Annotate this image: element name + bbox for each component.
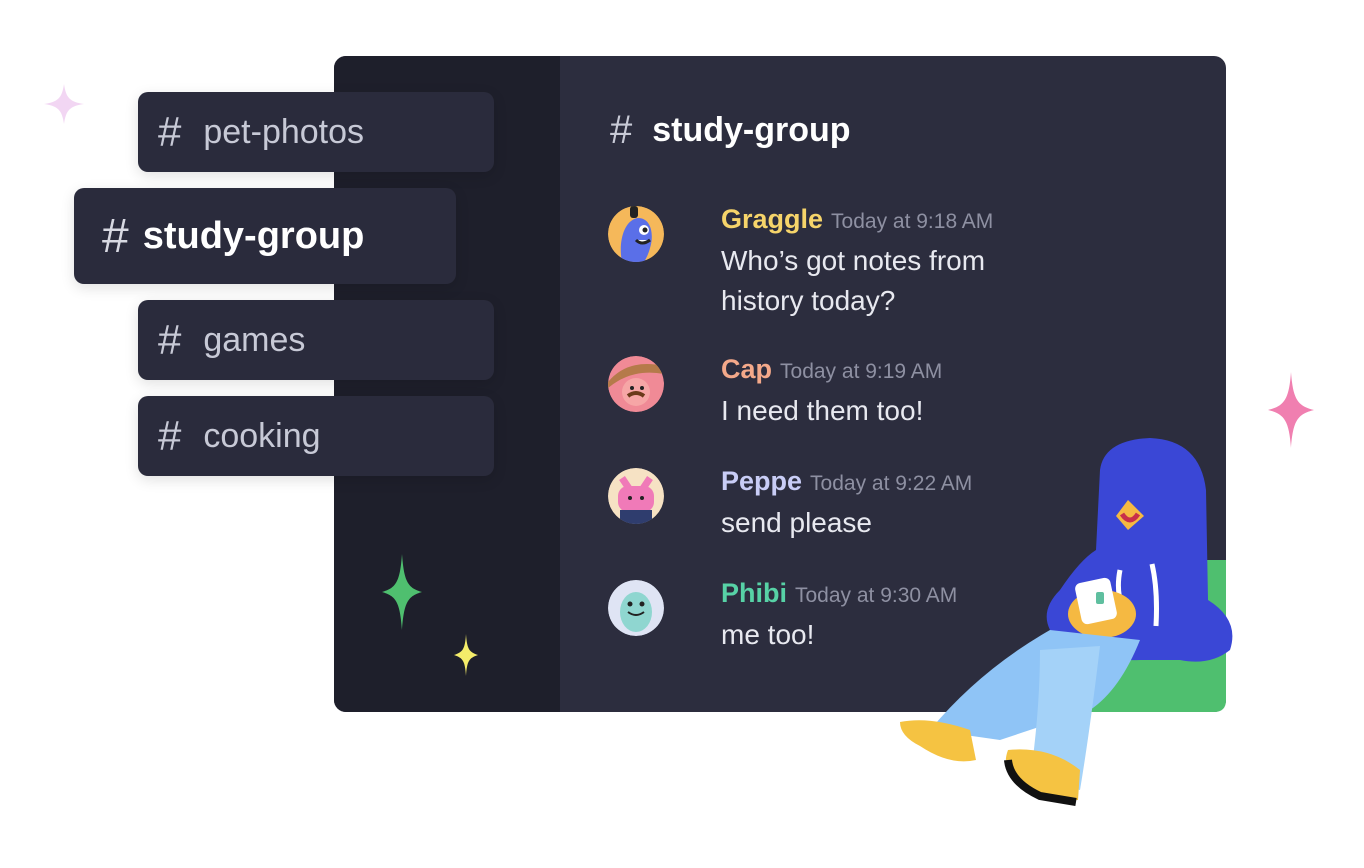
message-timestamp: Today at 9:19 AM xyxy=(780,360,943,383)
channel-item-pet-photos[interactable]: # pet-photos xyxy=(138,92,494,172)
channel-name: study-group xyxy=(142,214,365,257)
channel-item-study-group[interactable]: # study-group xyxy=(74,188,456,284)
channel-header: # study-group xyxy=(610,108,851,153)
hash-icon: # xyxy=(102,209,129,263)
sparkle-green-icon xyxy=(382,554,422,630)
hash-icon: # xyxy=(158,412,182,459)
hash-icon: # xyxy=(158,316,182,363)
sparkle-pink-small-icon xyxy=(44,84,84,124)
sparkle-pink-icon xyxy=(1268,372,1314,448)
message-text: Who’s got notes from history today? xyxy=(721,245,986,316)
channel-item-cooking[interactable]: # cooking xyxy=(138,396,494,476)
avatar-graggle[interactable] xyxy=(608,206,664,262)
channel-name: games xyxy=(203,320,306,359)
character-illustration xyxy=(900,438,1233,806)
avatar-phibi[interactable] xyxy=(608,580,664,636)
message-timestamp: Today at 9:18 AM xyxy=(831,210,994,233)
avatar-peppe[interactable] xyxy=(608,468,664,524)
message-text: I need them too! xyxy=(721,395,924,426)
message-author[interactable]: Phibi xyxy=(721,578,787,609)
message-author[interactable]: Cap xyxy=(721,354,772,385)
message-author[interactable]: Peppe xyxy=(721,466,802,497)
hash-icon: # xyxy=(158,108,182,155)
hash-icon: # xyxy=(610,108,633,152)
sparkle-yellow-icon xyxy=(454,634,478,676)
channel-item-games[interactable]: # games xyxy=(138,300,494,380)
message-author[interactable]: Graggle xyxy=(721,204,823,235)
avatar-cap[interactable] xyxy=(608,356,664,412)
channel-name: pet-photos xyxy=(203,112,365,151)
channel-title: study-group xyxy=(652,111,851,149)
channel-name: cooking xyxy=(203,416,321,455)
